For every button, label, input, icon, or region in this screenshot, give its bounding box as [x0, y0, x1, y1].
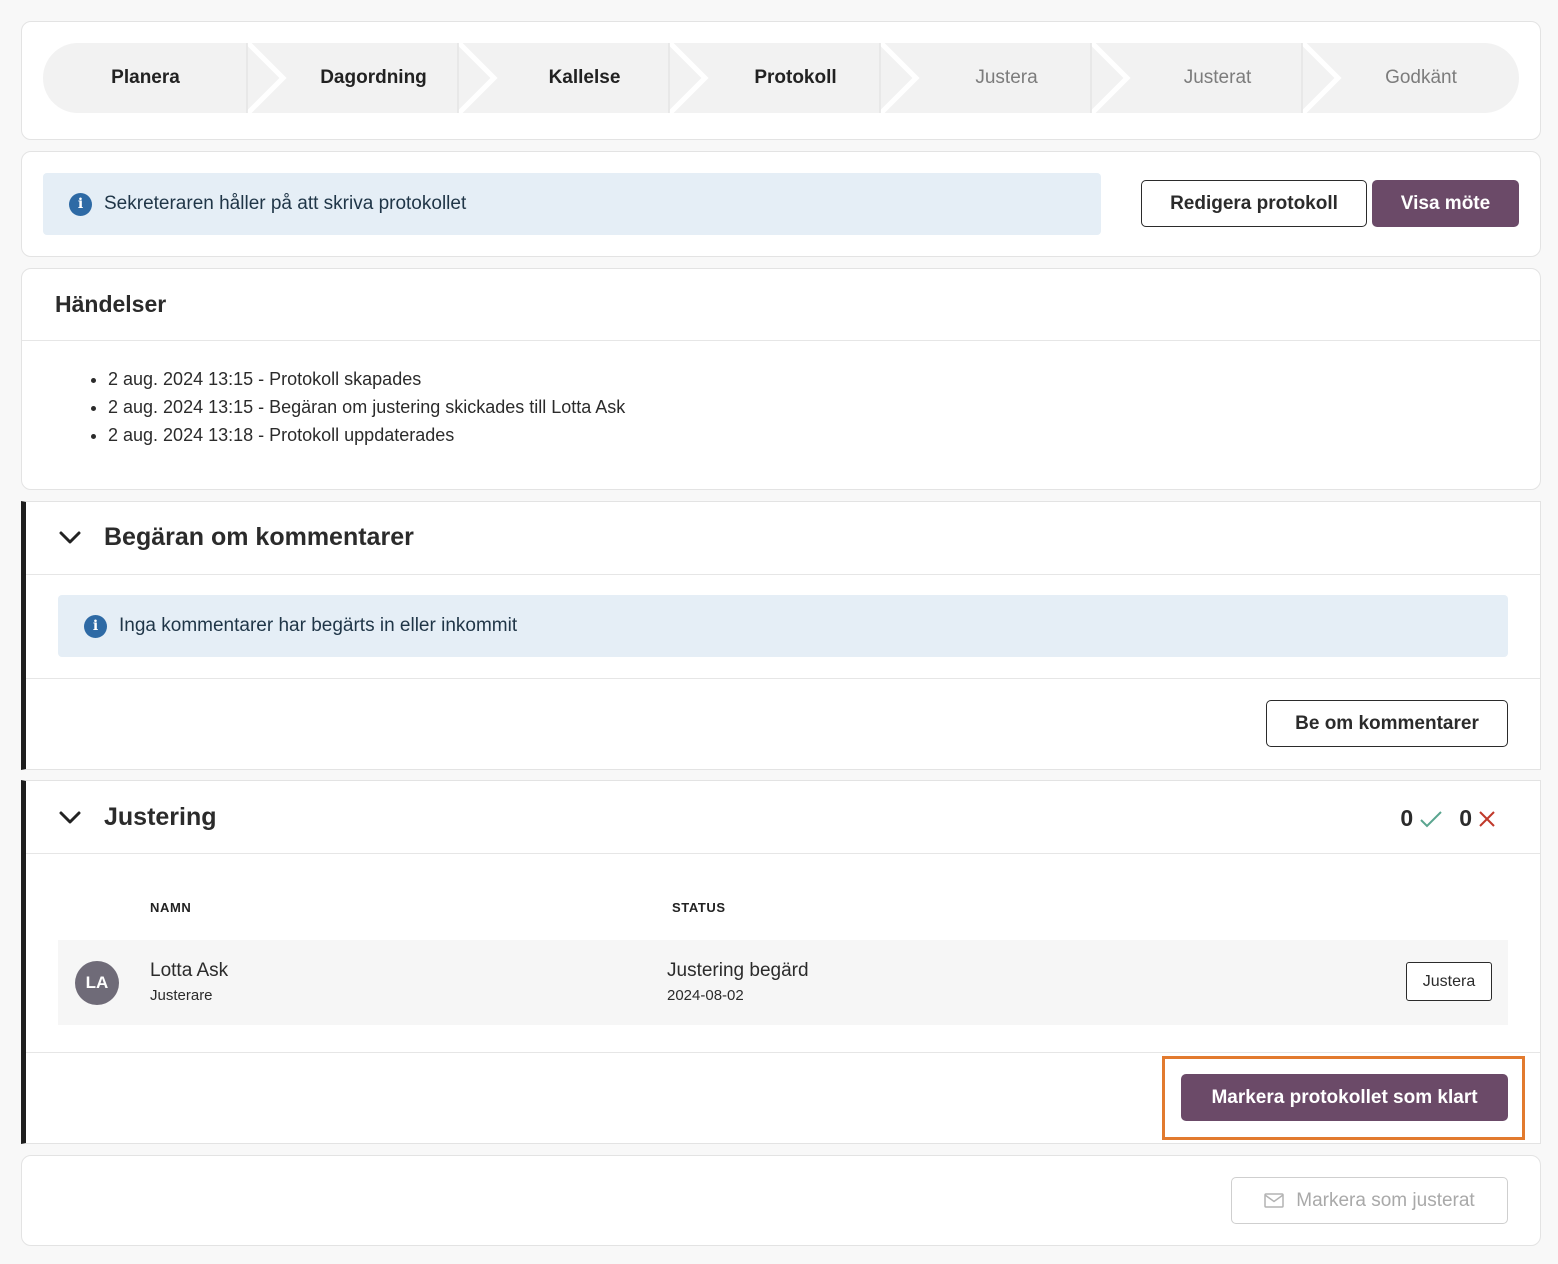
adjustment-title[interactable]: Justering	[104, 803, 217, 832]
status-card: i Sekreteraren håller på att skriva prot…	[21, 151, 1541, 257]
table-row: LA Lotta Ask Justerare Justering begärd …	[58, 940, 1508, 1025]
edit-protocol-button[interactable]: Redigera protokoll	[1141, 180, 1367, 227]
mark-adjusted-button: Markera som justerat	[1231, 1177, 1508, 1224]
events-title: Händelser	[55, 291, 167, 317]
adjustment-footer-divider	[26, 1052, 1540, 1053]
rejected-count: 0	[1459, 805, 1472, 831]
step-kallelse[interactable]: Kallelse	[479, 43, 690, 113]
view-meeting-button[interactable]: Visa möte	[1372, 180, 1519, 227]
approved-count: 0	[1400, 805, 1414, 831]
adjustment-status: Justering begärd	[667, 960, 809, 981]
event-item: 2 aug. 2024 13:18 - Protokoll uppdaterad…	[108, 421, 625, 449]
info-icon: i	[84, 614, 107, 638]
envelope-icon	[1264, 1193, 1285, 1208]
chevron-down-icon[interactable]	[58, 526, 82, 550]
adjuster-role: Justerare	[150, 987, 213, 1004]
comments-info-banner: i Inga kommentarer har begärts in eller …	[58, 595, 1508, 657]
progress-stepper-card: Planera Dagordning Kallelse Protokoll Ju…	[21, 21, 1541, 140]
adjust-button[interactable]: Justera	[1406, 962, 1492, 1001]
footer-card: Markera som justerat	[21, 1155, 1541, 1246]
info-banner: i Sekreteraren håller på att skriva prot…	[43, 173, 1101, 235]
step-justerat[interactable]: Justerat	[1112, 43, 1323, 113]
step-dagordning[interactable]: Dagordning	[268, 43, 479, 113]
column-header-status: STATUS	[672, 900, 726, 915]
progress-stepper: Planera Dagordning Kallelse Protokoll Ju…	[43, 43, 1519, 113]
request-comments-button[interactable]: Be om kommentarer	[1266, 700, 1508, 747]
info-banner-message: Sekreteraren håller på att skriva protok…	[104, 193, 467, 214]
mark-protocol-ready-button[interactable]: Markera protokollet som klart	[1181, 1074, 1508, 1121]
event-item: 2 aug. 2024 13:15 - Begäran om justering…	[108, 393, 625, 421]
events-list: 2 aug. 2024 13:15 - Protokoll skapades 2…	[108, 365, 625, 449]
info-icon: i	[69, 192, 92, 216]
step-justera[interactable]: Justera	[901, 43, 1112, 113]
chevron-down-icon[interactable]	[58, 806, 82, 830]
comments-section: Begäran om kommentarer i Inga kommentare…	[21, 501, 1541, 770]
event-item: 2 aug. 2024 13:15 - Protokoll skapades	[108, 365, 625, 393]
comments-footer-divider	[26, 678, 1540, 679]
mark-adjusted-label: Markera som justerat	[1296, 1189, 1475, 1211]
comments-divider	[26, 574, 1540, 575]
column-header-name: NAMN	[150, 900, 192, 915]
adjustment-section: Justering 0 0 NAMN STATUS LA Lotta Ask J…	[21, 780, 1541, 1144]
step-planera[interactable]: Planera	[43, 43, 248, 113]
events-card: Händelser 2 aug. 2024 13:15 - Protokoll …	[21, 268, 1541, 490]
adjuster-name: Lotta Ask	[150, 960, 229, 981]
step-godkant[interactable]: Godkänt	[1323, 43, 1519, 113]
check-icon	[1420, 810, 1442, 827]
step-protokoll[interactable]: Protokoll	[690, 43, 901, 113]
adjustment-date: 2024-08-02	[667, 987, 744, 1004]
avatar: LA	[75, 961, 119, 1005]
comments-title[interactable]: Begäran om kommentarer	[104, 523, 414, 552]
comments-info-message: Inga kommentarer har begärts in eller in…	[119, 615, 518, 636]
adjustment-counts: 0 0	[1400, 805, 1496, 832]
cross-icon	[1479, 810, 1495, 827]
adjustment-divider	[26, 853, 1540, 854]
events-divider	[22, 340, 1540, 341]
